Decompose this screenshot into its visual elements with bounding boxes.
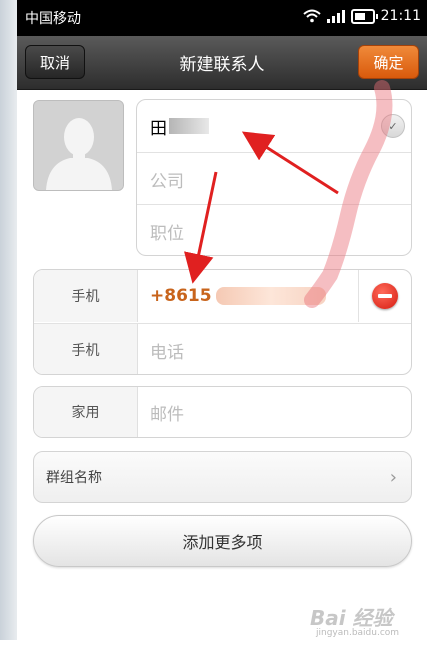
phone-type-selector[interactable]: 手机 [34, 324, 138, 374]
signal-icon [326, 9, 345, 23]
watermark-logo: Bai 经验 [310, 606, 393, 630]
position-row[interactable]: 职位 [137, 204, 411, 255]
redacted-text [169, 118, 209, 134]
phone-type-selector[interactable]: 手机 [34, 270, 138, 322]
email-field[interactable]: 邮件 [150, 387, 184, 437]
phone-number-field[interactable]: +8615 [150, 286, 212, 306]
phone-screen: 中国移动 21:11 取消 新建联系人 确定 田 ✓ 公司 职位 手机 +861… [17, 0, 427, 654]
carrier-name: 中国移动 [25, 11, 81, 27]
group-selector[interactable]: 群组名称 › [33, 451, 412, 503]
confirm-button[interactable]: 确定 [358, 45, 419, 79]
watermark: Bai 经验 jingyan.baidu.com [310, 602, 425, 642]
group-label: 群组名称 [46, 470, 102, 486]
expand-name-icon[interactable]: ✓ [381, 114, 405, 138]
phone-row: 手机 电话 [34, 323, 411, 374]
page-title: 新建联系人 [179, 55, 265, 75]
company-field[interactable]: 公司 [150, 153, 184, 205]
wifi-icon [302, 9, 321, 23]
avatar[interactable] [33, 100, 124, 191]
email-card: 家用 邮件 [33, 386, 412, 438]
email-type-selector[interactable]: 家用 [34, 387, 138, 437]
status-bar: 中国移动 21:11 [17, 0, 427, 36]
add-more-button[interactable]: 添加更多项 [33, 515, 412, 567]
name-field[interactable]: 田 [150, 114, 167, 139]
name-row[interactable]: 田 ✓ [137, 100, 411, 152]
phone-card: 手机 +8615 手机 电话 [33, 269, 412, 375]
clock: 21:11 [380, 8, 421, 24]
person-icon [34, 101, 123, 190]
company-row[interactable]: 公司 [137, 152, 411, 205]
title-bar: 取消 新建联系人 确定 [17, 36, 427, 90]
battery-icon [350, 8, 378, 24]
background-strip [0, 0, 17, 654]
name-card: 田 ✓ 公司 职位 [136, 99, 412, 256]
position-field[interactable]: 职位 [150, 205, 184, 255]
watermark-url: jingyan.baidu.com [316, 628, 400, 638]
bottom-edge [0, 640, 427, 654]
cancel-button[interactable]: 取消 [25, 45, 85, 79]
phone-field[interactable]: 电话 [150, 324, 184, 374]
chevron-right-icon: › [389, 466, 397, 488]
phone-row: 手机 +8615 [34, 270, 411, 322]
redacted-number [215, 287, 326, 305]
remove-phone-icon[interactable] [372, 283, 398, 309]
